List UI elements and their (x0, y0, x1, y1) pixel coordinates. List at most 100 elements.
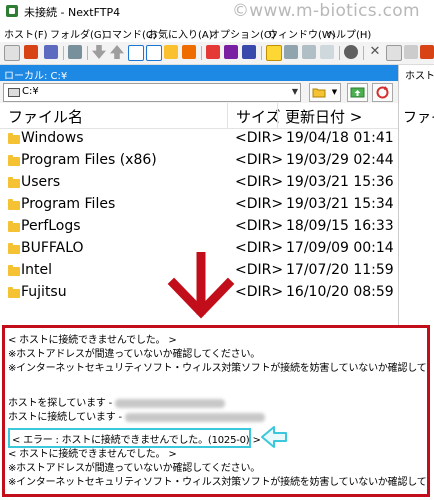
menu-folder[interactable]: フォルダ(G) (50, 26, 106, 41)
remote-file-pane[interactable]: ファイ (398, 81, 434, 325)
folder-dropdown-button[interactable]: ▼ (329, 83, 341, 102)
paste-icon[interactable] (302, 45, 316, 59)
local-path-input[interactable]: C:¥ ▼ (3, 83, 301, 102)
edit-icon[interactable] (224, 45, 238, 59)
log-line: ホストに接続しています - (8, 412, 122, 423)
menu-help[interactable]: ヘルプ(H) (326, 26, 371, 41)
folder-icon (8, 287, 20, 298)
open-folder-button[interactable] (309, 83, 330, 102)
file-date: 17/09/09 00:14 (286, 240, 394, 256)
file-size: <DIR> (235, 174, 284, 190)
file-name: BUFFALO (21, 240, 84, 256)
quick-connect-icon[interactable] (24, 45, 38, 59)
redacted-text (115, 398, 226, 408)
file-size: <DIR> (235, 196, 284, 212)
toolbar-separator (261, 46, 262, 60)
toolbar: ✕ (0, 42, 434, 65)
menu-favorites[interactable]: お気に入り(A) (148, 26, 213, 41)
rename-icon[interactable] (386, 45, 402, 61)
file-size: <DIR> (235, 130, 284, 146)
menu-bar: ホスト(F) フォルダ(G) コマンド(C) お気に入り(A) オプション(O)… (0, 22, 434, 42)
upload-icon[interactable] (110, 45, 124, 59)
sync-icon[interactable] (146, 45, 162, 61)
disconnect-icon[interactable] (44, 45, 58, 59)
redacted-text (124, 412, 265, 422)
toolbar-separator (87, 46, 88, 60)
menu-host[interactable]: ホスト(F) (4, 26, 48, 41)
file-name: Intel (21, 262, 52, 278)
log-line: < ホストに接続できませんでした。 > (8, 335, 177, 346)
log-line: ※インターネットセキュリティソフト・ウィルス対策ソフトが接続を妨害していないか確… (8, 363, 430, 374)
mirror-icon[interactable] (182, 45, 196, 59)
compare-icon[interactable] (128, 45, 144, 61)
left-arrow-annotation-icon (261, 426, 287, 448)
app-icon (6, 5, 18, 17)
folder-icon[interactable] (266, 45, 282, 61)
log-line: ※インターネットセキュリティソフト・ウィルス対策ソフトが接続を妨害していないか確… (8, 477, 430, 488)
log-icon[interactable] (242, 45, 256, 59)
file-date: 19/04/18 01:41 (286, 130, 394, 146)
delete-icon[interactable]: ✕ (368, 45, 382, 59)
html-icon[interactable] (206, 45, 220, 59)
file-name: Fujitsu (21, 284, 67, 300)
stop-icon[interactable] (344, 45, 358, 59)
parent-folder-icon (350, 87, 365, 98)
toolbar-separator (363, 46, 364, 60)
menu-options[interactable]: オプション(O) (210, 26, 276, 41)
folder-icon (8, 155, 20, 166)
refresh-button[interactable] (372, 83, 393, 102)
file-date: 19/03/21 15:36 (286, 174, 394, 190)
file-size: <DIR> (235, 284, 284, 300)
folder-icon (8, 177, 20, 188)
parent-folder-button[interactable] (347, 83, 368, 102)
toolbar-separator (201, 46, 202, 60)
folder-icon (8, 199, 20, 210)
folder-icon (8, 265, 20, 276)
log-line-searching: ホストを探しています - (8, 394, 226, 409)
drive-icon (8, 88, 20, 97)
file-size: <DIR> (235, 218, 284, 234)
column-divider[interactable] (277, 103, 278, 128)
download-icon[interactable] (92, 45, 106, 59)
file-name: Program Files (21, 196, 116, 212)
list-icon[interactable] (320, 45, 334, 59)
refresh-icon (376, 86, 389, 99)
file-date: 16/10/20 08:59 (286, 284, 394, 300)
file-name: Users (21, 174, 61, 190)
file-row[interactable]: Program Files (x86) <DIR> 19/03/29 02:44 (0, 151, 398, 173)
view-icon[interactable] (164, 45, 178, 59)
properties-icon[interactable] (404, 45, 418, 59)
copy-icon[interactable] (284, 45, 298, 59)
column-divider[interactable] (227, 103, 228, 128)
more-icon[interactable] (420, 45, 434, 59)
title-bar: 未接続 - NextFTP4 ©www.m-biotics.com (0, 0, 434, 22)
remote-header-label: ホスト (405, 71, 434, 82)
col-header-date[interactable]: 更新日付 > (285, 106, 362, 127)
remote-col-name[interactable]: ファイ (403, 107, 434, 127)
file-row[interactable]: Windows <DIR> 19/04/18 01:41 (0, 129, 398, 151)
file-list-header: ファイル名 サイズ 更新日付 > (0, 103, 398, 129)
log-line-connecting: ホストに接続しています - (8, 408, 265, 423)
error-highlight-box (8, 428, 251, 448)
file-row[interactable]: Users <DIR> 19/03/21 15:36 (0, 173, 398, 195)
file-date: 19/03/21 15:34 (286, 196, 394, 212)
toolbar-separator (63, 46, 64, 60)
connect-icon[interactable] (4, 45, 20, 61)
file-name: Windows (21, 130, 84, 146)
settings-icon[interactable] (68, 45, 82, 59)
col-header-size[interactable]: サイズ (236, 106, 281, 127)
file-row[interactable]: Program Files <DIR> 19/03/21 15:34 (0, 195, 398, 217)
file-row[interactable]: PerfLogs <DIR> 18/09/15 16:33 (0, 217, 398, 239)
chevron-down-icon[interactable]: ▼ (292, 87, 298, 96)
local-pane-header: ローカル: C:¥ (0, 65, 398, 82)
folder-icon (8, 221, 20, 232)
col-header-name[interactable]: ファイル名 (8, 106, 83, 127)
file-date: 17/07/20 11:59 (286, 262, 394, 278)
log-line: ※ホストアドレスが間違っていないか確認してください。 (8, 463, 261, 474)
local-path-value: C:¥ (22, 86, 39, 97)
log-panel[interactable]: < ホストに接続できませんでした。 > ※ホストアドレスが間違っていないか確認し… (2, 325, 430, 497)
local-path-bar: C:¥ ▼ ▼ (0, 81, 398, 103)
folder-icon (8, 243, 20, 254)
toolbar-separator (339, 46, 340, 60)
watermark: ©www.m-biotics.com (232, 1, 420, 21)
